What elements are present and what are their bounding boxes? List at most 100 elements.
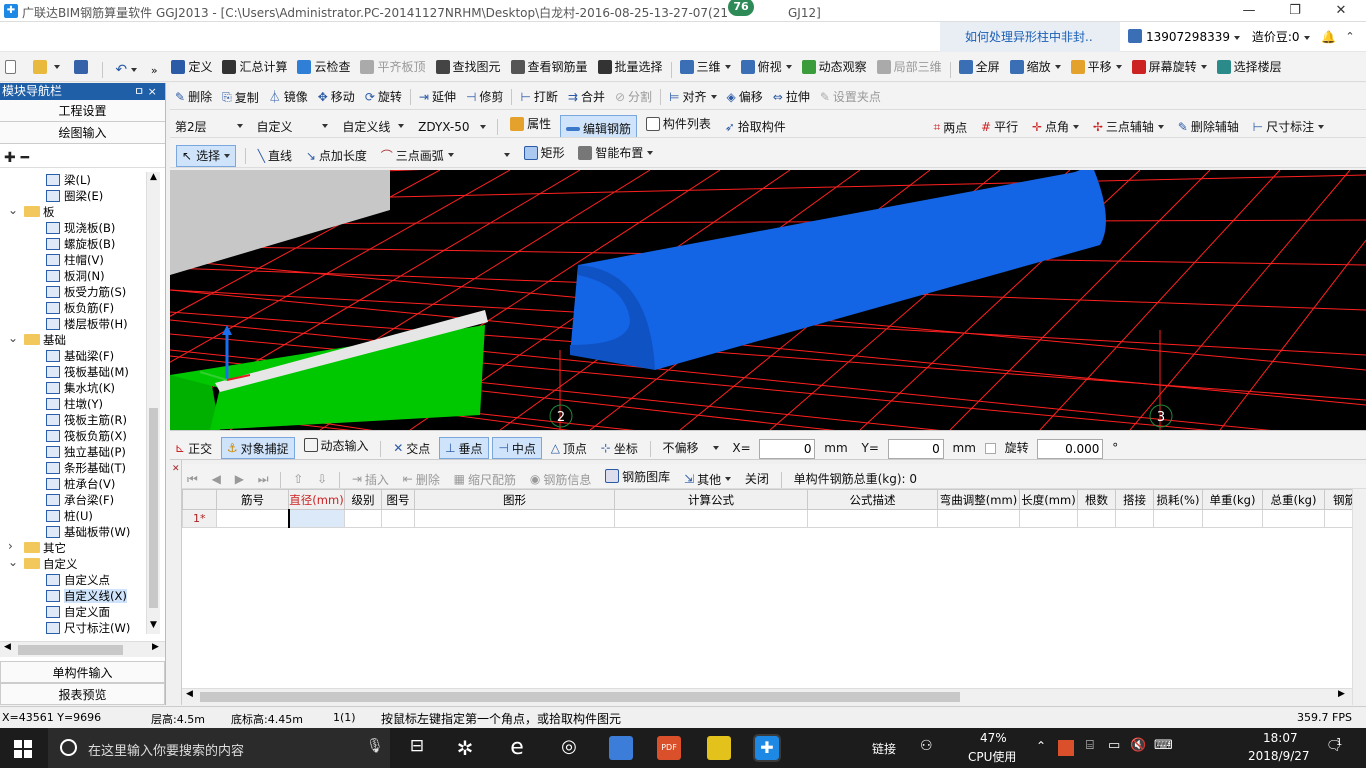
batch-select-button[interactable]: 批量选择 [593, 52, 668, 81]
set-grip-button[interactable]: ✎ 设置夹点 [815, 84, 886, 110]
pdf-icon[interactable]: PDF [657, 736, 681, 760]
rebar-panel-handle[interactable]: ✕ [170, 460, 182, 705]
tree-item[interactable]: 尺寸标注(W) [0, 620, 148, 634]
component-list-button[interactable]: 构件列表 [641, 110, 716, 137]
break-button[interactable]: ⊢ 打断 [515, 84, 562, 110]
offset-select[interactable]: 不偏移 [658, 434, 724, 460]
table-cell[interactable] [1153, 509, 1203, 528]
link-label[interactable]: 链接 [872, 740, 896, 757]
column-header[interactable]: 计算公式 [614, 489, 808, 510]
single-component-input-button[interactable]: 单构件输入 [0, 661, 165, 683]
stretch-button[interactable]: ⇔ 拉伸 [768, 84, 815, 110]
tree-item[interactable]: 自定义线(X) [0, 588, 148, 604]
dimension-button[interactable]: ⊢ 尺寸标注 [1248, 113, 1329, 137]
column-header[interactable]: 图形 [414, 489, 615, 510]
first-record-button[interactable]: ⏮ [182, 468, 203, 489]
table-cell[interactable] [1202, 509, 1263, 528]
properties-button[interactable]: 属性 [505, 110, 556, 137]
notes-icon[interactable] [707, 736, 731, 760]
perpendicular-snap-button[interactable]: ⊥ 垂点 [439, 437, 489, 459]
pin-close-icon[interactable]: ㅁ × [134, 83, 157, 100]
tray-app-icon[interactable] [1058, 740, 1074, 756]
swirl-app-icon[interactable]: ◎ [557, 736, 581, 760]
midpoint-snap-button[interactable]: ⊣ 中点 [492, 437, 542, 459]
floor-select[interactable]: 第2层 [170, 113, 248, 138]
local-3d-button[interactable]: 局部三维 [872, 52, 947, 81]
tree-item[interactable]: 圈梁(E) [0, 188, 148, 204]
line-button[interactable]: ╲ 直线 [253, 141, 297, 167]
pick-component-button[interactable]: ➶ 拾取构件 [720, 113, 791, 137]
column-header[interactable]: 搭接 [1115, 489, 1154, 510]
tree-item[interactable]: 桩(U) [0, 508, 148, 524]
smart-layout-button[interactable]: 智能布置 [573, 138, 658, 167]
vertex-snap-button[interactable]: △ 顶点 [546, 434, 592, 459]
tree-item[interactable]: 筏板负筋(X) [0, 428, 148, 444]
drawing-input-button[interactable]: 绘图输入 [0, 122, 165, 144]
pan-button[interactable]: 平移 [1066, 52, 1127, 81]
edge-icon[interactable]: e [505, 736, 529, 760]
glodon-app-icon[interactable]: ✚ [753, 734, 781, 762]
zoom-button[interactable]: 缩放 [1005, 52, 1066, 81]
column-header[interactable]: 损耗(%) [1153, 489, 1203, 510]
chevron-up-icon[interactable]: ⌃ [1036, 739, 1046, 753]
expander-icon[interactable]: ⌄ [8, 554, 18, 570]
table-cell[interactable] [344, 509, 382, 528]
select-floor-button[interactable]: 选择楼层 [1212, 52, 1287, 81]
column-header[interactable]: 直径(mm) [288, 489, 345, 510]
parallel-axis-button[interactable]: # 平行 [976, 113, 1023, 137]
tree-item[interactable]: 基础梁(F) [0, 348, 148, 364]
intersection-snap-button[interactable]: ✕ 交点 [388, 434, 435, 459]
tree-item[interactable]: 板负筋(F) [0, 300, 148, 316]
tree-item[interactable]: 桩承台(V) [0, 476, 148, 492]
two-point-axis-button[interactable]: ⌗ 两点 [928, 114, 972, 138]
tree-item[interactable]: 集水坑(K) [0, 380, 148, 396]
taskbar-search[interactable]: 在这里输入你要搜索的内容 🎙 [48, 728, 390, 768]
tree-item[interactable]: 螺旋板(B) [0, 236, 148, 252]
next-record-button[interactable]: ▶ [230, 467, 249, 488]
table-cell[interactable] [1115, 509, 1154, 528]
trim-button[interactable]: ⊣ 修剪 [461, 84, 508, 110]
find-element-button[interactable]: 查找图元 [431, 52, 506, 81]
y-input[interactable]: 0 [887, 438, 944, 459]
rotate-button[interactable]: ⟳ 旋转 [360, 84, 407, 110]
align-slab-top-button[interactable]: 平齐板顶 [355, 52, 430, 81]
fan-app-icon[interactable]: ✲ [453, 736, 477, 760]
table-cell[interactable] [937, 509, 1020, 528]
table-cell[interactable] [381, 509, 415, 528]
cloud-check-button[interactable]: 云检查 [292, 52, 355, 81]
ortho-button[interactable]: ⊾ 正交 [170, 434, 217, 459]
tree-item[interactable]: 板洞(N) [0, 268, 148, 284]
move-up-button[interactable]: ⇧ [288, 467, 308, 488]
object-snap-button[interactable]: ⚓ 对象捕捉 [220, 437, 295, 459]
tree-item[interactable]: 筏板基础(M) [0, 364, 148, 380]
select-button[interactable]: ↖ 选择 [176, 144, 237, 167]
merge-button[interactable]: ⇉ 合并 [563, 84, 610, 110]
account-area[interactable]: 13907298339 造价豆:0 🔔 [1128, 28, 1336, 45]
bell-icon[interactable]: 🔔 [1321, 30, 1336, 44]
task-view-icon[interactable]: ⊟ [405, 736, 429, 760]
column-header[interactable]: 级别 [344, 489, 382, 510]
tree-item[interactable]: 基础板带(W) [0, 524, 148, 540]
move-down-button[interactable]: ⇩ [312, 467, 332, 488]
extend-button[interactable]: ⇥ 延伸 [414, 84, 461, 110]
table-cell[interactable] [414, 509, 615, 528]
restore-button[interactable]: ❐ [1272, 0, 1318, 22]
split-button[interactable]: ⊘ 分割 [610, 84, 657, 110]
other-button[interactable]: ⇲ 其他 [679, 467, 736, 488]
table-row[interactable]: 1* [182, 509, 1365, 528]
delete-row-button[interactable]: ⇤ 删除 [398, 467, 445, 488]
tree-item[interactable]: 柱帽(V) [0, 252, 148, 268]
fullscreen-button[interactable]: 全屏 [954, 52, 1005, 81]
column-header[interactable]: 弯曲调整(mm) [937, 489, 1020, 510]
expander-icon[interactable]: › [8, 538, 13, 554]
microphone-icon[interactable]: 🎙 [366, 738, 384, 754]
type-select[interactable]: 自定义 [251, 113, 333, 138]
column-header[interactable]: 筋号 [216, 489, 289, 510]
dynamic-input-button[interactable]: 动态输入 [299, 431, 374, 459]
x-input[interactable]: 0 [759, 438, 816, 459]
tree-item[interactable]: 独立基础(P) [0, 444, 148, 460]
rebar-info-button[interactable]: ◉ 钢筋信息 [525, 467, 597, 488]
people-icon[interactable]: ⚇ [920, 738, 933, 754]
windows-start-icon[interactable] [14, 740, 32, 758]
coordinate-snap-button[interactable]: ⊹ 坐标 [596, 434, 643, 459]
